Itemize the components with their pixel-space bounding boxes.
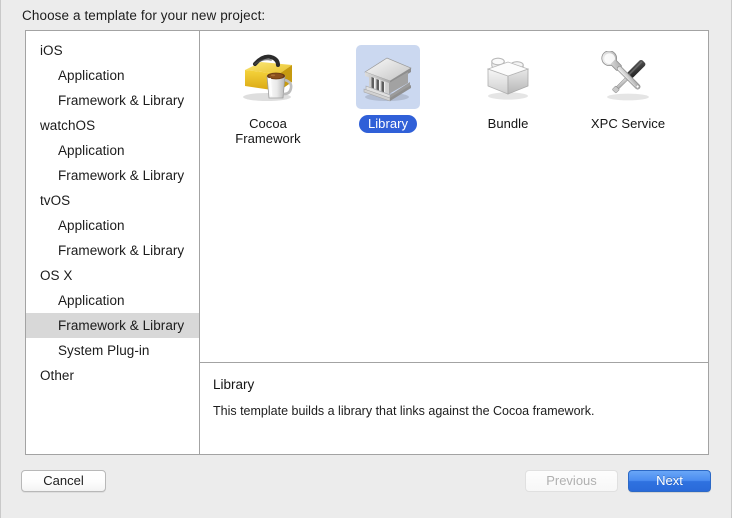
- template-chooser-panel: iOS Application Framework & Library watchOS…: [25, 30, 709, 455]
- sidebar-item[interactable]: Other: [26, 363, 199, 388]
- sidebar-item[interactable]: System Plug-in: [26, 338, 199, 363]
- template-tile-label: Cocoa Framework: [208, 115, 328, 148]
- description-body: This template builds a library that link…: [213, 404, 595, 418]
- template-tile[interactable]: Bundle: [448, 39, 568, 148]
- template-content-area: Cocoa Framework Library Bundle XPC Servi…: [200, 31, 708, 454]
- sidebar-item[interactable]: watchOS: [26, 113, 199, 138]
- sidebar-item[interactable]: tvOS: [26, 188, 199, 213]
- template-tile[interactable]: XPC Service: [568, 39, 688, 148]
- template-tile-label-text: Library: [358, 115, 418, 133]
- sidebar-item[interactable]: Application: [26, 213, 199, 238]
- template-tile-label: XPC Service: [568, 115, 688, 133]
- template-tile[interactable]: Library: [328, 39, 448, 148]
- window-left-edge: [0, 0, 1, 518]
- dialog-footer: Cancel Previous Next: [0, 470, 732, 518]
- sidebar-item[interactable]: Application: [26, 288, 199, 313]
- template-grid-row: Cocoa Framework Library Bundle XPC Servi…: [200, 39, 708, 148]
- next-button[interactable]: Next: [628, 470, 711, 492]
- sidebar-item[interactable]: Framework & Library: [26, 88, 199, 113]
- description-title: Library: [213, 377, 255, 392]
- template-tile-label: Bundle: [448, 115, 568, 133]
- screwdriver-wrench-icon: [596, 45, 660, 109]
- template-tile-label: Library: [328, 115, 448, 133]
- template-tile-label-text: Cocoa Framework: [235, 116, 301, 146]
- template-tile-label-text: Bundle: [487, 116, 529, 131]
- bundle-brick-icon: [476, 45, 540, 109]
- sidebar-item[interactable]: Framework & Library: [26, 238, 199, 263]
- sidebar-item[interactable]: iOS: [26, 38, 199, 63]
- template-grid: Cocoa Framework Library Bundle XPC Servi…: [200, 31, 708, 362]
- sidebar-item[interactable]: Application: [26, 138, 199, 163]
- page-title: Choose a template for your new project:: [22, 8, 266, 23]
- template-description-pane: Library This template builds a library t…: [200, 362, 708, 454]
- toolbox-coffee-icon: [236, 45, 300, 109]
- platform-sidebar[interactable]: iOS Application Framework & Library watchOS…: [26, 31, 200, 454]
- sidebar-item[interactable]: Application: [26, 63, 199, 88]
- library-building-icon: [356, 45, 420, 109]
- cancel-button[interactable]: Cancel: [21, 470, 106, 492]
- sidebar-item[interactable]: Framework & Library: [26, 313, 199, 338]
- template-tile[interactable]: Cocoa Framework: [208, 39, 328, 148]
- template-tile-label-text: XPC Service: [590, 116, 666, 131]
- sidebar-item[interactable]: Framework & Library: [26, 163, 199, 188]
- previous-button[interactable]: Previous: [525, 470, 618, 492]
- sidebar-item[interactable]: OS X: [26, 263, 199, 288]
